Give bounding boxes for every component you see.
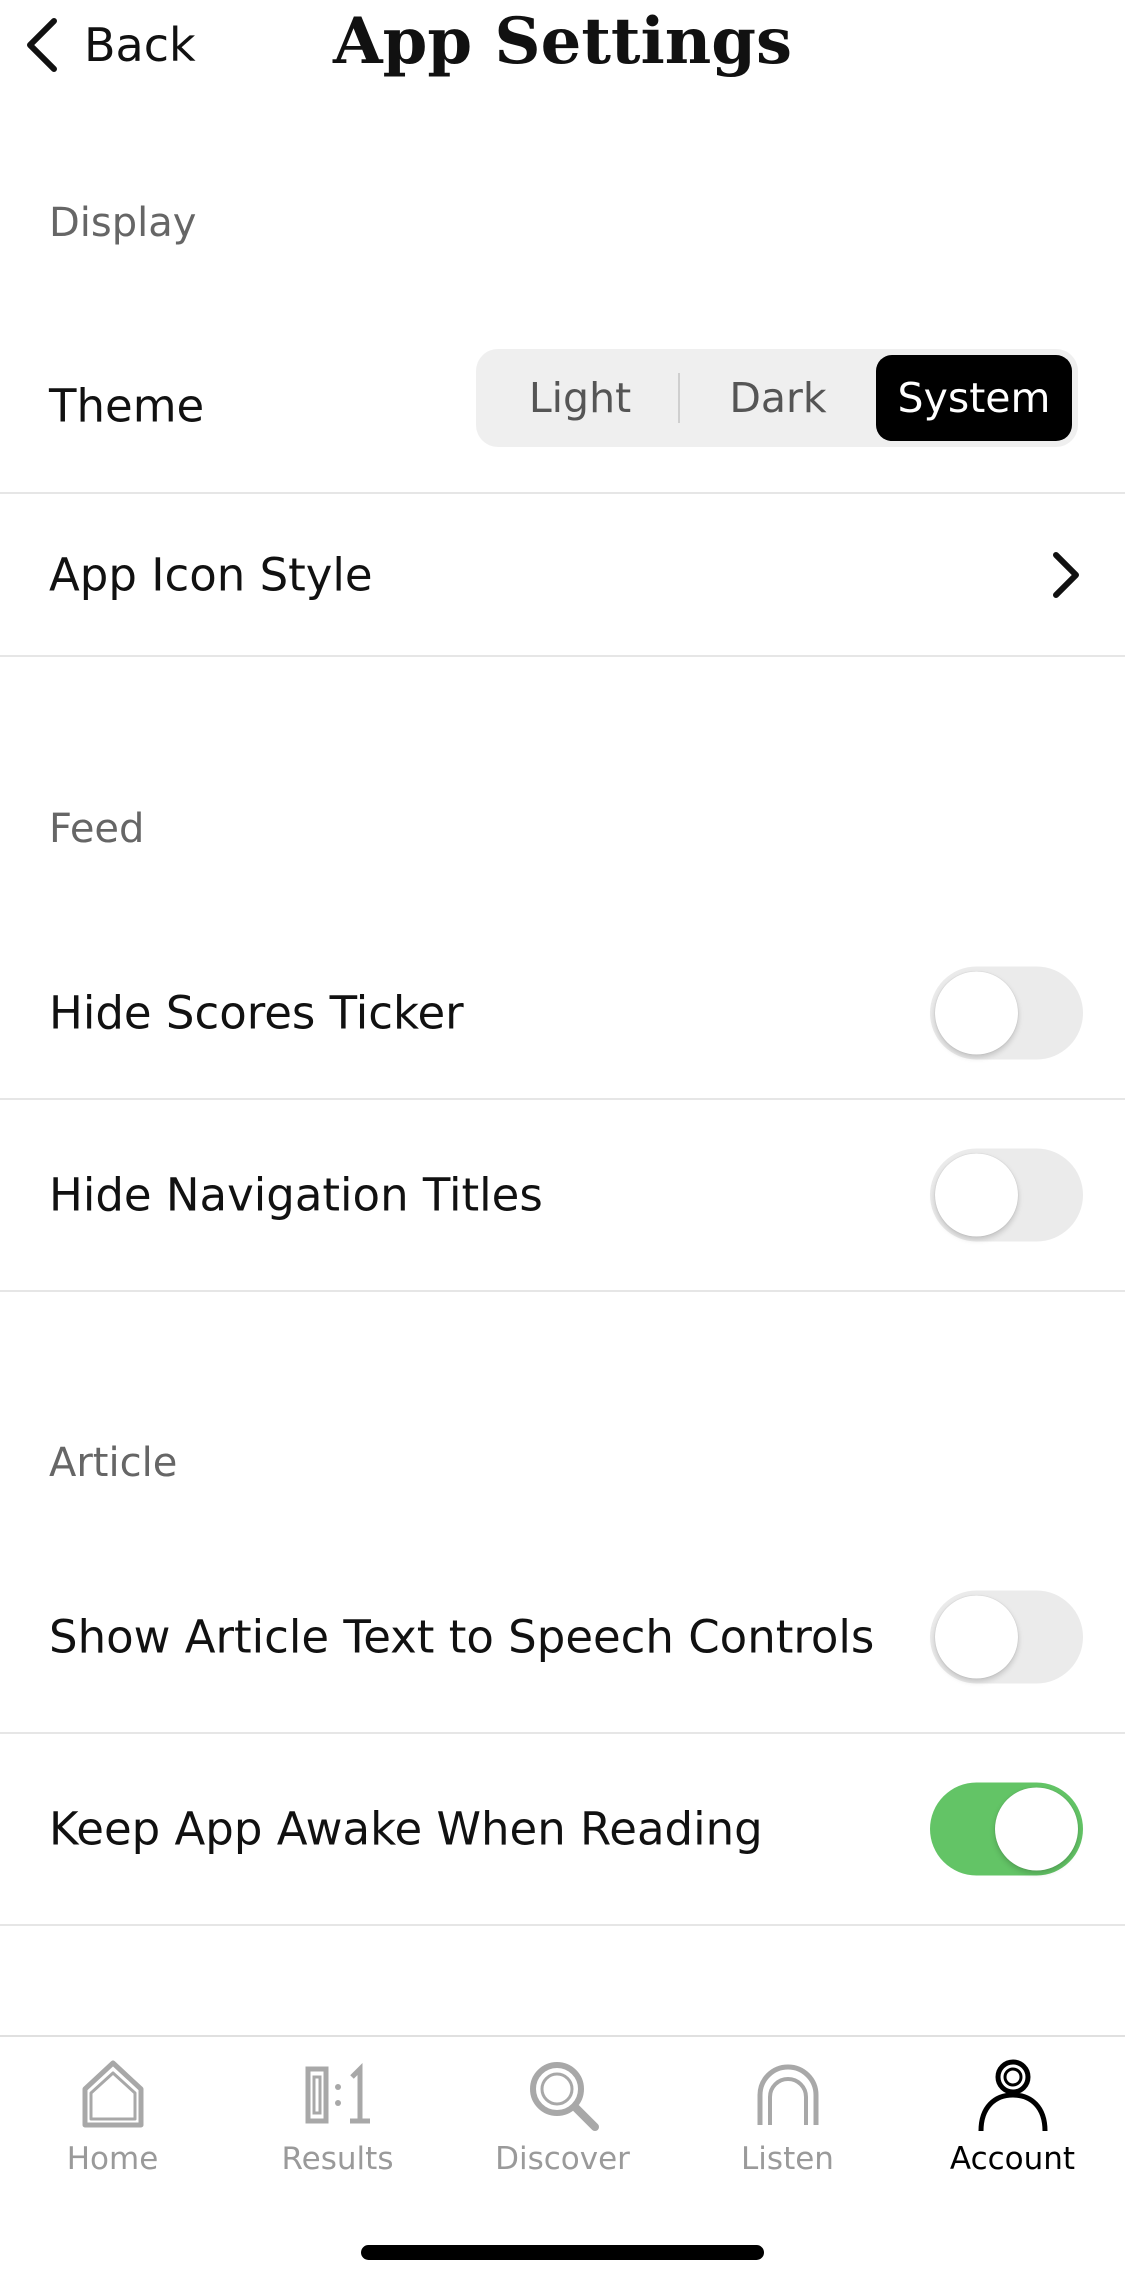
back-label: Back [84,18,196,72]
toggle-knob [995,1787,1078,1871]
tab-account[interactable]: Account [900,2055,1125,2205]
tab-discover[interactable]: Discover [450,2055,675,2205]
tab-label: Account [949,2141,1076,2177]
back-button[interactable]: Back [22,10,196,80]
home-icon [82,2060,143,2128]
toggle-knob [935,971,1018,1055]
theme-option-light[interactable]: Light [482,355,678,441]
text-to-speech-toggle[interactable] [930,1590,1083,1684]
tab-label: Listen [741,2141,834,2177]
text-to-speech-label: Show Article Text to Speech Controls [49,1610,875,1664]
chevron-right-icon [1053,551,1079,598]
hide-navigation-titles-toggle[interactable] [930,1148,1083,1242]
hide-navigation-titles-label: Hide Navigation Titles [49,1168,543,1222]
toggle-knob [935,1595,1018,1679]
keep-awake-row: Keep App Awake When Reading [0,1734,1125,1926]
results-icon [305,2062,370,2124]
hide-scores-ticker-label: Hide Scores Ticker [49,986,464,1040]
theme-label: Theme [49,379,205,432]
header: Back App Settings [0,0,1125,100]
app-icon-style-row[interactable]: App Icon Style [0,494,1125,657]
tab-label: Results [281,2141,394,2177]
home-indicator [361,2245,764,2260]
chevron-left-icon [27,18,57,72]
listen-icon [757,2064,818,2125]
hide-scores-ticker-toggle[interactable] [930,966,1083,1060]
account-icon [978,2059,1047,2132]
keep-awake-label: Keep App Awake When Reading [49,1802,763,1856]
theme-option-system[interactable]: System [876,355,1072,441]
tab-label: Discover [495,2141,630,2177]
text-to-speech-row: Show Article Text to Speech Controls [0,1542,1125,1734]
section-label-display: Display [49,200,197,246]
tab-home[interactable]: Home [0,2055,225,2205]
theme-segmented-control: Light Dark System [476,349,1078,447]
app-icon-style-label: App Icon Style [49,548,373,601]
tab-label: Home [66,2141,159,2177]
hide-scores-ticker-row: Hide Scores Ticker [0,928,1125,1100]
theme-option-dark[interactable]: Dark [680,355,876,441]
hide-navigation-titles-row: Hide Navigation Titles [0,1100,1125,1292]
section-label-feed: Feed [49,806,145,852]
tab-results[interactable]: Results [225,2055,450,2205]
tab-listen[interactable]: Listen [675,2055,900,2205]
discover-icon [529,2062,599,2131]
section-label-article: Article [49,1440,178,1486]
toggle-knob [935,1153,1018,1237]
keep-awake-toggle[interactable] [930,1782,1083,1876]
